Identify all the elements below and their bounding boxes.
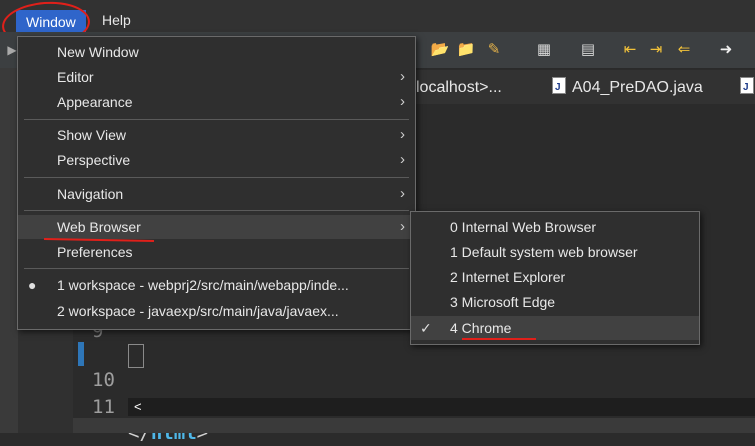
editor-tab-bar: localhost>... A04_PreDAO.java: [410, 70, 755, 105]
menu-item-label: Show View: [57, 127, 127, 143]
menu-item-label: Editor: [57, 69, 94, 85]
selected-bullet-icon: ●: [28, 277, 37, 293]
chevron-right-icon: ›: [400, 218, 405, 235]
menu-item-internal-browser[interactable]: 0 Internal Web Browser: [411, 215, 699, 239]
open-folder-icon[interactable]: 📂: [430, 40, 450, 60]
menu-separator: [24, 268, 409, 269]
menu-item-label: Appearance: [57, 94, 133, 110]
menu-item-appearance[interactable]: Appearance ›: [18, 90, 415, 114]
horizontal-scrollbar[interactable]: <: [128, 398, 755, 416]
menu-separator: [24, 119, 409, 120]
menu-item-workspace-2[interactable]: 2 workspace - javaexp/src/main/java/java…: [18, 299, 415, 323]
menu-item-label: 2 Internet Explorer: [450, 269, 566, 285]
tab-java-partial[interactable]: [740, 76, 755, 100]
checkmark-icon: ✓: [420, 320, 432, 336]
menu-item-label: 2 workspace - javaexp/src/main/java/java…: [57, 303, 339, 319]
menu-item-label: 1 Default system web browser: [450, 244, 638, 260]
text-cursor-highlight: [128, 344, 144, 368]
code-line-10: 10 </body>: [0, 341, 208, 417]
menu-item-preferences[interactable]: Preferences: [18, 240, 415, 264]
gutter-marker: [78, 342, 84, 366]
line-number: 10: [92, 369, 115, 391]
bottom-panel: [73, 418, 755, 433]
menu-item-editor[interactable]: Editor ›: [18, 65, 415, 89]
tab-localhost[interactable]: localhost>...: [416, 76, 502, 100]
menu-window[interactable]: Window: [16, 10, 86, 34]
menu-item-navigation[interactable]: Navigation ›: [18, 182, 415, 206]
window-menu: New Window Editor › Appearance › Show Vi…: [17, 36, 416, 330]
menu-item-label: Preferences: [57, 244, 133, 260]
chevron-right-icon: ›: [400, 185, 405, 202]
arrow-left-icon[interactable]: ⇐: [674, 40, 694, 60]
menu-item-internet-explorer[interactable]: 2 Internet Explorer: [411, 265, 699, 289]
tab-label: A04_PreDAO.java: [572, 79, 703, 96]
menu-item-label: 4 Chrome: [450, 320, 512, 336]
menu-separator: [24, 210, 409, 211]
chevron-right-icon: ›: [400, 126, 405, 143]
save-icon[interactable]: 📁: [456, 40, 476, 60]
menu-item-label: Web Browser: [57, 219, 141, 235]
menu-separator: [24, 177, 409, 178]
menu-item-workspace-1[interactable]: ● 1 workspace - webprj2/src/main/webapp/…: [18, 273, 415, 297]
java-file-icon: [552, 76, 566, 100]
menu-item-label: 3 Microsoft Edge: [450, 294, 556, 310]
arrow-right-icon[interactable]: ➜: [716, 40, 736, 60]
menu-item-new-window[interactable]: New Window: [18, 40, 415, 64]
menu-item-chrome[interactable]: ✓ 4 Chrome: [411, 316, 699, 340]
menu-bar: Window Help: [0, 0, 755, 34]
menu-item-default-browser[interactable]: 1 Default system web browser: [411, 240, 699, 264]
code-line-11: 11 </html>: [0, 368, 208, 444]
tab-a04-predao[interactable]: A04_PreDAO.java: [552, 76, 703, 100]
menu-item-label: 1 workspace - webprj2/src/main/webapp/in…: [57, 277, 349, 293]
document-icon[interactable]: ▦: [534, 40, 554, 60]
menu-item-label: 0 Internal Web Browser: [450, 219, 597, 235]
chevron-right-icon: ›: [400, 68, 405, 85]
menu-item-label: Perspective: [57, 152, 131, 168]
chevron-right-icon: ›: [400, 93, 405, 110]
menu-item-show-view[interactable]: Show View ›: [18, 123, 415, 147]
line-number: 11: [92, 396, 115, 418]
menu-item-microsoft-edge[interactable]: 3 Microsoft Edge: [411, 290, 699, 314]
java-file-icon: [740, 76, 754, 100]
menu-item-label: Navigation: [57, 186, 124, 202]
back-icon[interactable]: ⇤: [620, 40, 640, 60]
menu-item-label: New Window: [57, 44, 139, 60]
brush-icon[interactable]: ✎: [484, 40, 504, 60]
menu-help[interactable]: Help: [92, 8, 141, 32]
forward-icon[interactable]: ⇥: [646, 40, 666, 60]
scroll-left-icon[interactable]: <: [134, 398, 142, 416]
chevron-right-icon: ›: [400, 151, 405, 168]
menu-item-perspective[interactable]: Perspective ›: [18, 148, 415, 172]
properties-icon[interactable]: ▤: [578, 40, 598, 60]
web-browser-submenu: 0 Internal Web Browser 1 Default system …: [410, 211, 700, 345]
menu-item-web-browser[interactable]: Web Browser ›: [18, 215, 415, 239]
